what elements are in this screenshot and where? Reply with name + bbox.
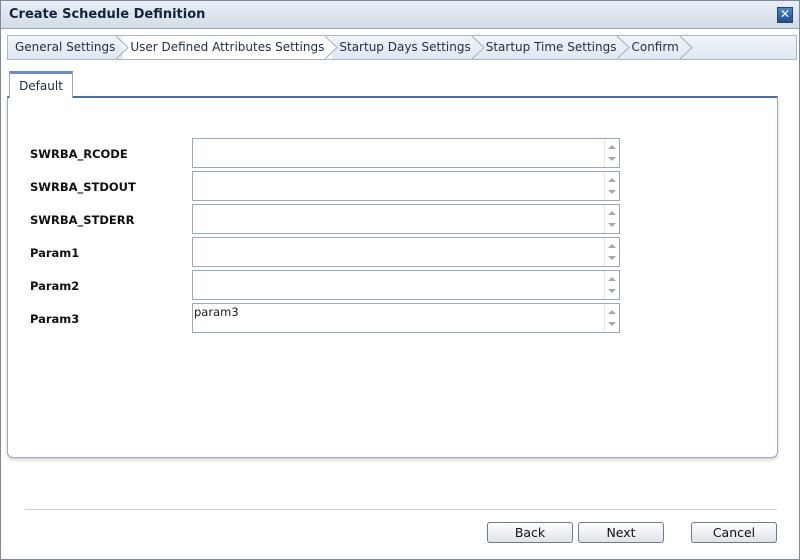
- param3-input[interactable]: param3: [192, 303, 620, 333]
- swrba-stderr-input[interactable]: [192, 204, 620, 234]
- arrow-up-icon: [608, 145, 616, 149]
- title-bar: Create Schedule Definition ✕: [1, 1, 799, 29]
- chevron-right-icon: [617, 36, 631, 59]
- dialog-window: Create Schedule Definition ✕ General Set…: [0, 0, 800, 560]
- scroll-arrows[interactable]: [604, 304, 619, 332]
- step-label: User Defined Attributes Settings: [130, 40, 325, 54]
- param1-input[interactable]: [192, 237, 620, 267]
- wizard-steps: General Settings User Defined Attributes…: [7, 35, 797, 60]
- chevron-right-icon: [116, 36, 130, 59]
- field-row-swrba-stdout: SWRBA_STDOUT: [8, 171, 779, 201]
- arrow-down-icon: [608, 256, 616, 260]
- field-label: Param1: [30, 246, 80, 260]
- cancel-button[interactable]: Cancel: [691, 522, 777, 543]
- arrow-down-icon: [608, 157, 616, 161]
- arrow-down-icon: [608, 223, 616, 227]
- field-label: SWRBA_STDOUT: [30, 180, 136, 194]
- next-button[interactable]: Next: [578, 522, 664, 543]
- swrba-rcode-input[interactable]: [192, 138, 620, 168]
- swrba-stdout-input[interactable]: [192, 171, 620, 201]
- dialog-title: Create Schedule Definition: [9, 7, 206, 22]
- tab-label: Default: [19, 79, 63, 93]
- chevron-right-icon: [471, 36, 485, 59]
- arrow-down-icon: [608, 289, 616, 293]
- field-row-swrba-rcode: SWRBA_RCODE: [8, 138, 779, 168]
- scroll-arrows[interactable]: [604, 238, 619, 266]
- attributes-panel: SWRBA_RCODE SWRBA_STDOUT SWRBA_STDERR Pa…: [7, 96, 778, 458]
- step-label: Confirm: [631, 40, 679, 54]
- step-confirm[interactable]: Confirm: [624, 36, 693, 59]
- scroll-arrows[interactable]: [604, 271, 619, 299]
- arrow-up-icon: [608, 211, 616, 215]
- footer-divider: [25, 509, 777, 510]
- close-button[interactable]: ✕: [777, 7, 793, 23]
- field-value: param3: [194, 305, 239, 319]
- field-label: Param2: [30, 279, 80, 293]
- arrow-up-icon: [608, 310, 616, 314]
- chevron-right-icon: [325, 36, 339, 59]
- chevron-right-icon: [679, 36, 693, 59]
- step-user-defined-attributes[interactable]: User Defined Attributes Settings: [123, 36, 339, 59]
- tab-default[interactable]: Default: [9, 71, 73, 98]
- field-row-param1: Param1: [8, 237, 779, 267]
- scroll-arrows[interactable]: [604, 139, 619, 167]
- arrow-up-icon: [608, 244, 616, 248]
- param2-input[interactable]: [192, 270, 620, 300]
- step-general-settings[interactable]: General Settings: [8, 36, 130, 59]
- close-icon: ✕: [779, 7, 791, 21]
- field-label: Param3: [30, 312, 80, 326]
- arrow-up-icon: [608, 277, 616, 281]
- step-label: Startup Days Settings: [339, 40, 471, 54]
- field-row-swrba-stderr: SWRBA_STDERR: [8, 204, 779, 234]
- arrow-down-icon: [608, 190, 616, 194]
- field-row-param3: Param3 param3: [8, 303, 779, 333]
- field-row-param2: Param2: [8, 270, 779, 300]
- scroll-arrows[interactable]: [604, 172, 619, 200]
- back-button[interactable]: Back: [487, 522, 573, 543]
- step-label: Startup Time Settings: [485, 40, 617, 54]
- step-label: General Settings: [15, 40, 116, 54]
- arrow-up-icon: [608, 178, 616, 182]
- field-label: SWRBA_STDERR: [30, 213, 135, 227]
- arrow-down-icon: [608, 322, 616, 326]
- scroll-arrows[interactable]: [604, 205, 619, 233]
- field-label: SWRBA_RCODE: [30, 147, 128, 161]
- step-startup-time[interactable]: Startup Time Settings: [479, 36, 631, 59]
- step-startup-days[interactable]: Startup Days Settings: [332, 36, 485, 59]
